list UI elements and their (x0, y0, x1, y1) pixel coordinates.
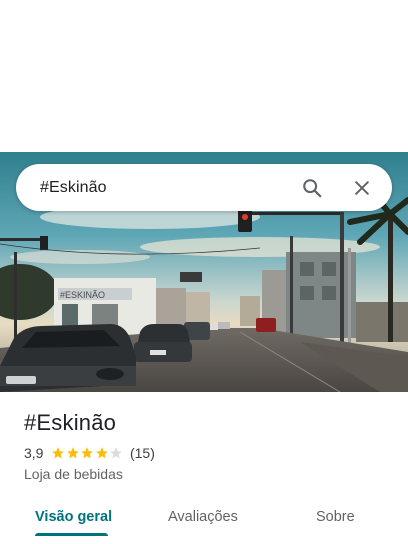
star-full-icon (96, 447, 108, 459)
tab-overview[interactable]: Visão geral (35, 500, 112, 534)
close-button[interactable] (346, 172, 378, 204)
star-empty-icon (110, 447, 123, 459)
place-name: #Eskinão (24, 410, 117, 435)
close-icon (355, 180, 369, 195)
blank-area (0, 0, 408, 152)
tab-about[interactable]: Sobre (316, 500, 355, 534)
star-full-icon (67, 447, 79, 459)
star-full-icon (52, 447, 65, 459)
rating-row[interactable]: 3,9 (15) (24, 445, 155, 461)
star-full-icon (81, 447, 94, 459)
search-input[interactable]: #Eskinão (40, 179, 296, 197)
search-icon (303, 178, 322, 197)
rating-value: 3,9 (24, 445, 44, 461)
place-tabs: Visão geral Avaliações Sobre (0, 500, 408, 544)
place-category[interactable]: Loja de bebidas (24, 466, 123, 482)
photo-sign-text: #ESKINÃO (60, 290, 105, 300)
rating-stars (51, 446, 124, 460)
review-count: (15) (129, 445, 155, 461)
active-tab-indicator (35, 533, 108, 536)
search-button[interactable] (296, 172, 328, 204)
search-bar[interactable]: #Eskinão (16, 164, 392, 211)
tab-reviews[interactable]: Avaliações (168, 500, 238, 534)
